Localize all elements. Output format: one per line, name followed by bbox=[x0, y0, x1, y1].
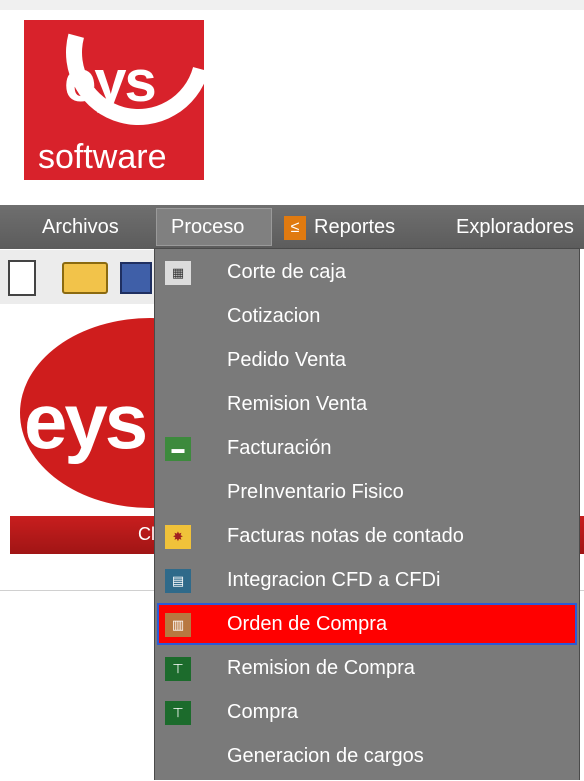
menu-item-compra[interactable]: ⊤ Compra bbox=[157, 691, 577, 733]
menu-item-label: Integracion CFD a CFDi bbox=[227, 569, 441, 591]
toolbar bbox=[0, 250, 160, 304]
menu-item-generacion-de-cargos[interactable]: Generacion de cargos bbox=[157, 735, 577, 777]
menu-item-label: Generacion de cargos bbox=[227, 745, 424, 767]
save-icon[interactable] bbox=[120, 262, 152, 294]
menu-item-preinventario-fisico[interactable]: PreInventario Fisico bbox=[157, 471, 577, 513]
menu-archivos[interactable]: Archivos bbox=[42, 205, 119, 249]
menu-exploradores-label: Exploradores bbox=[456, 216, 574, 238]
menu-item-remision-venta[interactable]: Remision Venta bbox=[157, 383, 577, 425]
eys-software-logo: eys software bbox=[24, 20, 204, 180]
report-icon: ≤ bbox=[284, 215, 306, 240]
menu-bar: Archivos Proceso ≤ Reportes Exploradores bbox=[0, 205, 584, 249]
cart-icon: ⊤ bbox=[165, 701, 191, 725]
menu-archivos-label: Archivos bbox=[42, 216, 119, 238]
logo-word: eys bbox=[64, 49, 157, 114]
seal-icon: ✸ bbox=[165, 525, 191, 549]
menu-item-facturacion[interactable]: ▬ Facturación bbox=[157, 427, 577, 469]
proceso-dropdown-menu: ▦ Corte de caja Cotizacion Pedido Venta … bbox=[154, 248, 580, 780]
clipboard-icon: ▥ bbox=[165, 613, 191, 637]
menu-item-label: Pedido Venta bbox=[227, 349, 346, 371]
window-top-strip bbox=[0, 0, 584, 10]
menu-item-label: PreInventario Fisico bbox=[227, 481, 404, 503]
menu-item-facturas-notas-de-contado[interactable]: ✸ Facturas notas de contado bbox=[157, 515, 577, 557]
menu-item-label: Facturación bbox=[227, 437, 332, 459]
truck-icon: ▬ bbox=[165, 437, 191, 461]
menu-item-label: Corte de caja bbox=[227, 261, 346, 283]
menu-item-pedido-venta[interactable]: Pedido Venta bbox=[157, 339, 577, 381]
open-folder-icon[interactable] bbox=[62, 262, 108, 294]
cart-icon: ⊤ bbox=[165, 657, 191, 681]
menu-exploradores[interactable]: Exploradores bbox=[456, 205, 574, 249]
menu-proceso-label: Proceso bbox=[171, 216, 245, 238]
menu-reportes-label: Reportes bbox=[314, 216, 396, 238]
menu-item-integracion-cfd[interactable]: ▤ Integracion CFD a CFDi bbox=[157, 559, 577, 601]
menu-item-corte-de-caja[interactable]: ▦ Corte de caja bbox=[157, 251, 577, 293]
menu-item-label: Cotizacion bbox=[227, 305, 321, 327]
main-logo-word: eys bbox=[24, 377, 148, 465]
menu-item-label: Facturas notas de contado bbox=[227, 525, 464, 547]
menu-item-label: Compra bbox=[227, 701, 299, 723]
menu-proceso[interactable]: Proceso bbox=[156, 208, 272, 246]
menu-item-cotizacion[interactable]: Cotizacion bbox=[157, 295, 577, 337]
new-document-icon[interactable] bbox=[8, 260, 36, 296]
menu-item-label: Remision de Compra bbox=[227, 657, 415, 679]
menu-item-label: Remision Venta bbox=[227, 393, 368, 415]
calculator-icon: ▦ bbox=[165, 261, 191, 285]
document-convert-icon: ▤ bbox=[165, 569, 191, 593]
menu-item-orden-de-compra[interactable]: ▥ Orden de Compra bbox=[157, 603, 577, 645]
menu-item-label: Orden de Compra bbox=[227, 613, 388, 635]
menu-reportes[interactable]: ≤ Reportes bbox=[284, 205, 395, 249]
menu-item-remision-de-compra[interactable]: ⊤ Remision de Compra bbox=[157, 647, 577, 689]
logo-subtitle: software bbox=[38, 138, 167, 176]
